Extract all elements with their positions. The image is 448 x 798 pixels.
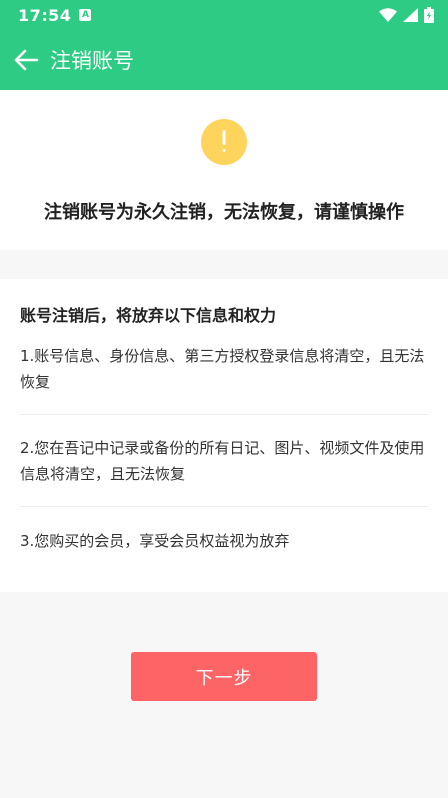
arrow-left-icon bbox=[14, 49, 39, 71]
app-bar: 注销账号 bbox=[0, 30, 448, 90]
status-time: 17:54 bbox=[18, 5, 72, 25]
battery-icon bbox=[424, 7, 434, 23]
signal-icon bbox=[403, 8, 418, 22]
divider bbox=[20, 414, 428, 415]
status-icons bbox=[379, 7, 434, 23]
wifi-icon bbox=[379, 8, 397, 22]
status-bar: 17:54 A bbox=[0, 0, 448, 30]
warning-headline: 注销账号为永久注销，无法恢复，请谨慎操作 bbox=[44, 202, 404, 223]
info-item-2: 2.您在吾记中记录或备份的所有日记、图片、视频文件及使用信息将清空，且无法恢复 bbox=[20, 439, 425, 483]
info-item-3: 3.您购买的会员，享受会员权益视为放弃 bbox=[20, 532, 290, 550]
warning-card: 注销账号为永久注销，无法恢复，请谨慎操作 bbox=[0, 90, 448, 250]
page-title: 注销账号 bbox=[50, 49, 134, 73]
next-step-button[interactable]: 下一步 bbox=[131, 652, 317, 701]
info-card: 账号注销后，将放弃以下信息和权力 1.账号信息、身份信息、第三方授权登录信息将清… bbox=[0, 279, 448, 592]
a-notification-icon: A bbox=[79, 9, 92, 21]
exclamation-circle-icon bbox=[201, 119, 247, 165]
divider bbox=[20, 506, 428, 507]
info-heading: 账号注销后，将放弃以下信息和权力 bbox=[20, 306, 277, 325]
back-button[interactable] bbox=[0, 30, 54, 90]
info-item-1: 1.账号信息、身份信息、第三方授权登录信息将清空，且无法恢复 bbox=[20, 347, 425, 391]
